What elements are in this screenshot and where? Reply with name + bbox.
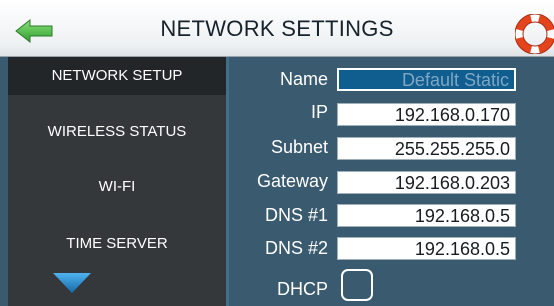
- dns1-field[interactable]: 192.168.0.5: [337, 204, 516, 227]
- sidebar-item-wifi[interactable]: WI-FI: [8, 168, 226, 206]
- sidebar-item-label: TIME SERVER: [66, 235, 168, 252]
- lifebuoy-help-icon[interactable]: [515, 14, 554, 54]
- page-title: NETWORK SETTINGS: [160, 16, 394, 41]
- name-label: Name: [279, 69, 328, 89]
- name-field[interactable]: Default Static: [337, 68, 516, 91]
- dns2-label: DNS #2: [264, 238, 328, 258]
- header-bar: NETWORK SETTINGS: [0, 0, 554, 57]
- dns2-field[interactable]: 192.168.0.5: [337, 237, 516, 260]
- sidebar-item-network-setup[interactable]: NETWORK SETUP: [8, 57, 226, 95]
- ip-label: IP: [310, 102, 328, 122]
- dhcp-checkbox[interactable]: [341, 269, 373, 301]
- gateway-label: Gateway: [256, 171, 328, 191]
- gateway-field[interactable]: 192.168.0.203: [337, 171, 516, 194]
- subnet-label: Subnet: [270, 137, 328, 157]
- sidebar-item-label: NETWORK SETUP: [51, 67, 183, 84]
- dns1-label: DNS #1: [264, 205, 328, 225]
- sidebar: NETWORK SETUP WIRELESS STATUS WI-FI TIME…: [8, 57, 226, 306]
- sidebar-item-wireless-status[interactable]: WIRELESS STATUS: [8, 113, 226, 151]
- sidebar-item-label: WI-FI: [98, 178, 136, 195]
- subnet-field[interactable]: 255.255.255.0: [337, 137, 516, 160]
- sidebar-item-time-server[interactable]: TIME SERVER: [8, 225, 226, 263]
- sidebar-item-label: WIRELESS STATUS: [47, 123, 187, 140]
- ip-field[interactable]: 192.168.0.170: [337, 103, 516, 126]
- scroll-down-triangle-icon[interactable]: [52, 272, 92, 294]
- dhcp-label: DHCP: [276, 279, 328, 299]
